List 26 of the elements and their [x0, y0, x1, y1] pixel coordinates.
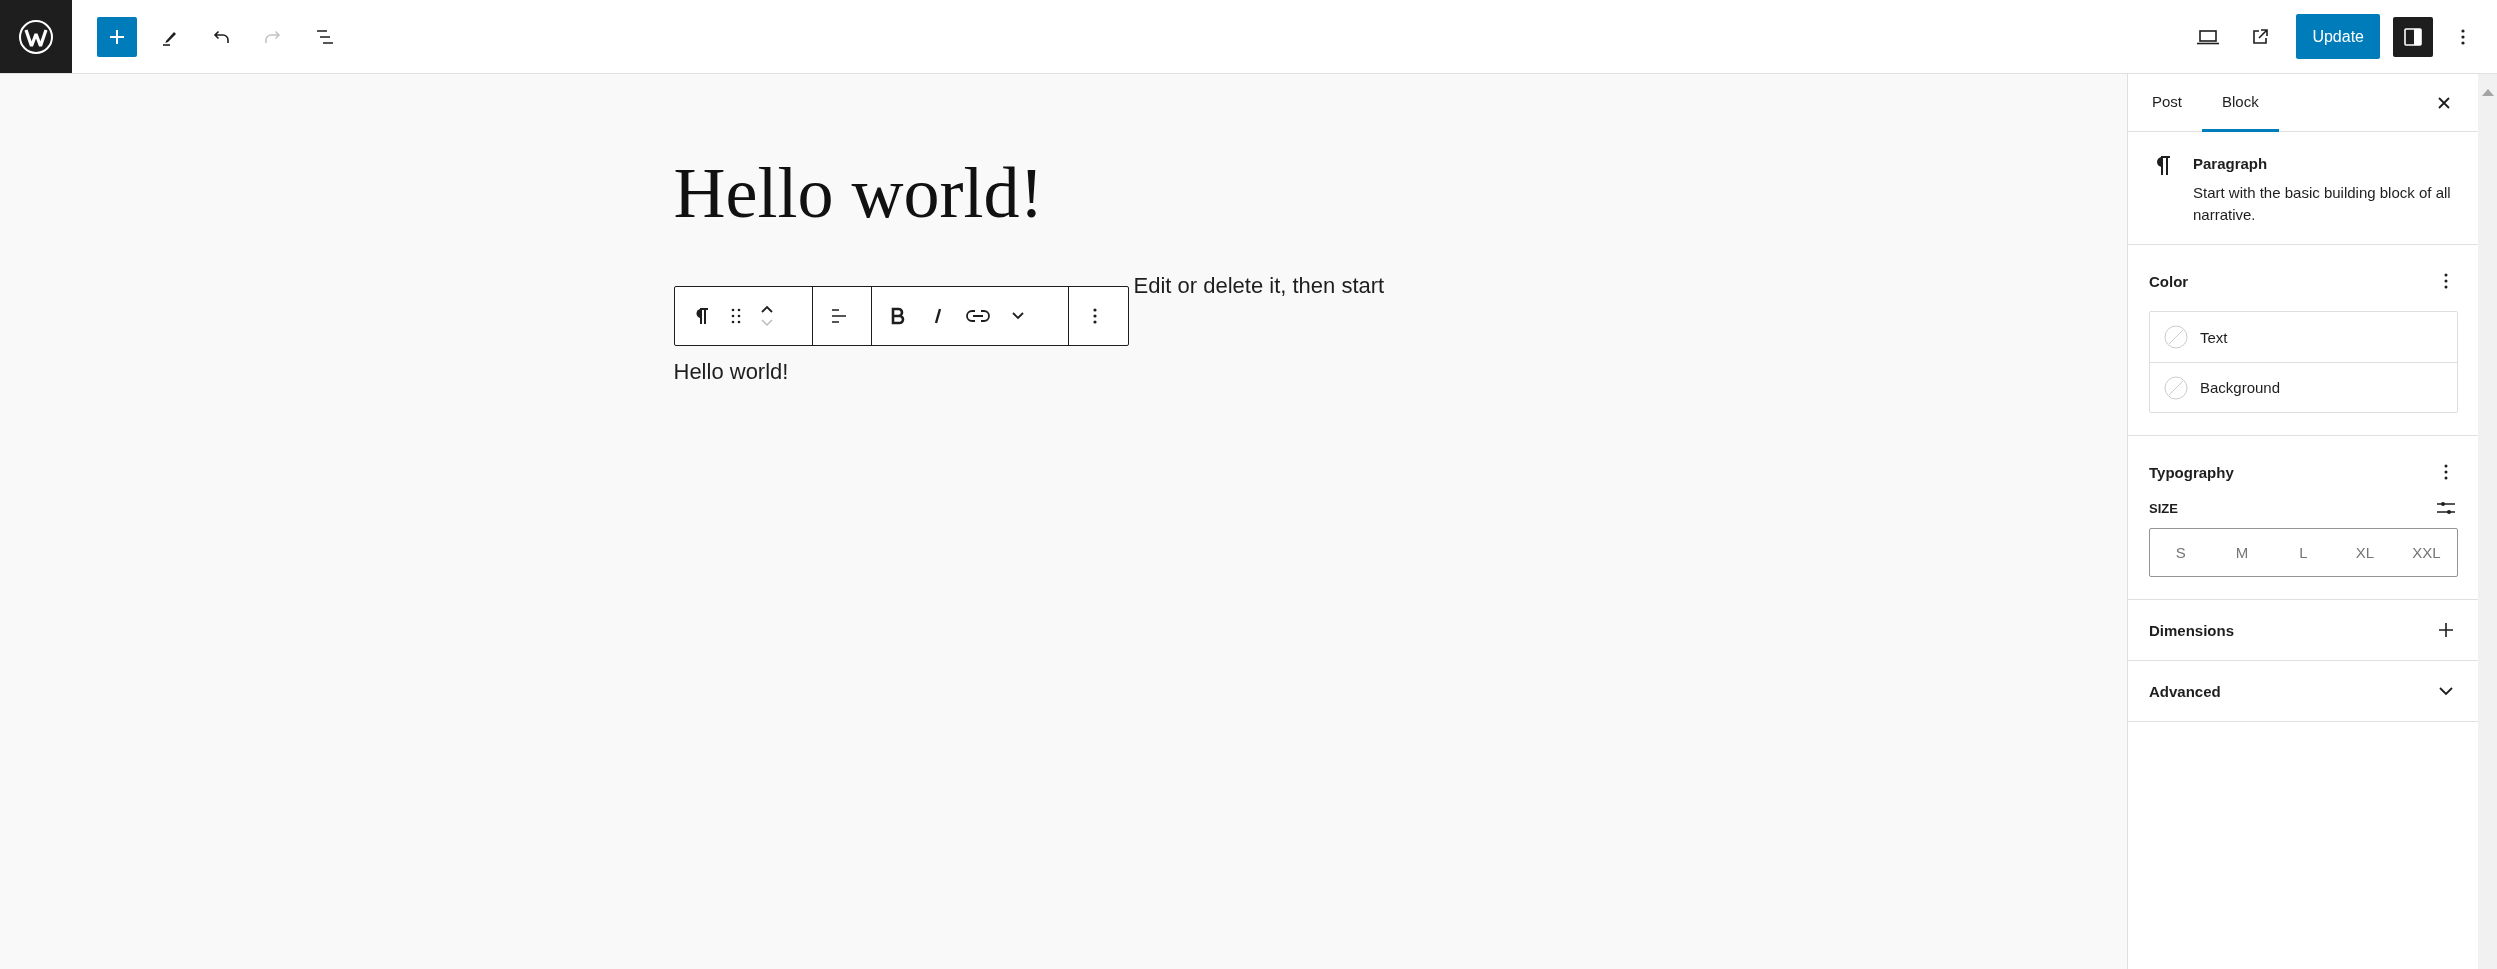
size-option[interactable]: M: [2211, 529, 2273, 576]
block-description: Start with the basic building block of all narrative.: [2193, 183, 2452, 225]
panel-title[interactable]: Dimensions: [2149, 621, 2235, 639]
size-option[interactable]: S: [2150, 529, 2212, 576]
empty-swatch-icon: [2164, 375, 2188, 400]
settings-button[interactable]: [2393, 16, 2433, 57]
empty-swatch-icon: [2164, 325, 2188, 349]
color-option[interactable]: Background: [2150, 362, 2457, 412]
paragraph-text[interactable]: Edit or delete it, then start: [1133, 270, 1385, 303]
panel-title: Typography: [2149, 463, 2234, 481]
paragraph-text[interactable]: Hello world!: [673, 356, 1454, 389]
color-option[interactable]: Text: [2150, 312, 2457, 362]
add-block-button[interactable]: [97, 16, 137, 57]
block-name: Paragraph: [2193, 154, 2269, 174]
panel-title: Color: [2149, 272, 2189, 290]
site-logo-button[interactable]: [0, 0, 72, 73]
size-option[interactable]: L: [2272, 529, 2335, 576]
post-title[interactable]: Hello world!: [673, 150, 1454, 237]
size-label: SIZE: [2149, 500, 2178, 516]
logo-icon: [18, 18, 54, 55]
update-button[interactable]: Update: [2296, 14, 2380, 59]
size-option[interactable]: XXL: [2395, 529, 2458, 576]
panel-title[interactable]: Advanced: [2149, 682, 2221, 700]
size-option[interactable]: XL: [2334, 529, 2396, 576]
sidebar-tab[interactable]: Post: [2132, 74, 2202, 132]
sidebar-tab[interactable]: Block: [2202, 74, 2279, 132]
